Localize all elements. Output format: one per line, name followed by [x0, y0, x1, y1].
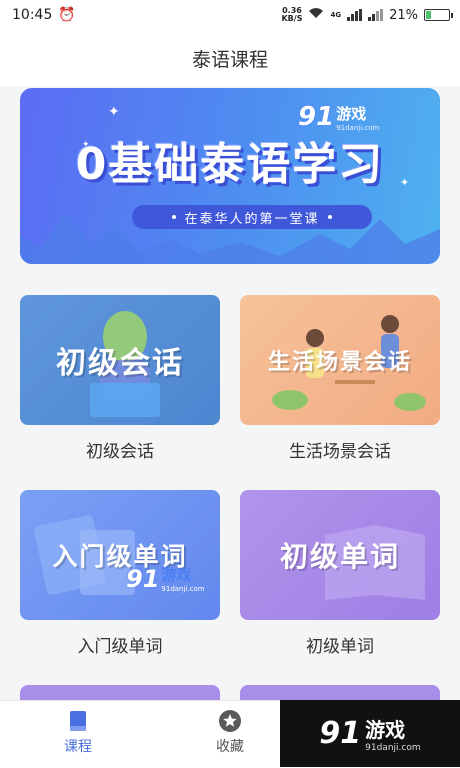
- course-card-beginner-vocabulary[interactable]: 初级单词: [240, 490, 440, 620]
- banner-title: 0基础泰语学习: [75, 139, 385, 190]
- course-label[interactable]: 初级单词: [240, 632, 440, 657]
- watermark-logo: 91 游戏 91danji.com: [298, 102, 380, 132]
- page-title: 泰语课程: [191, 48, 268, 71]
- page-header: 泰语课程: [0, 30, 460, 86]
- star-icon: [219, 710, 241, 732]
- battery-icon: [424, 9, 453, 21]
- signal-icon: [347, 9, 363, 21]
- book-icon: [70, 711, 86, 731]
- watermark-logo: 91 游戏 91danji.com: [126, 564, 205, 594]
- network-type: 4G: [330, 11, 342, 19]
- nav-tab-courses[interactable]: 课程: [38, 709, 118, 756]
- course-card-beginner-conversation[interactable]: 初级会话: [20, 295, 220, 425]
- nav-tab-favorites[interactable]: 收藏: [190, 709, 270, 756]
- watermark-overlay: 91 游戏 91danji.com: [280, 700, 460, 767]
- course-label[interactable]: 生活场景会话: [240, 437, 440, 462]
- sparkle-icon: ✦: [108, 104, 120, 120]
- course-card-life-scenario[interactable]: 生活场景会话: [240, 295, 440, 425]
- nav-label: 课程: [64, 739, 92, 755]
- alarm-icon: ⏰: [58, 7, 76, 23]
- hero-banner[interactable]: ✦ ✦ ✦ 0基础泰语学习 在泰华人的第一堂课 91 游戏 91danji.co…: [20, 88, 440, 264]
- battery-percent: 21%: [389, 7, 418, 23]
- status-time: 10:45: [12, 7, 53, 23]
- course-card-starter-vocabulary[interactable]: 入门级单词 91 游戏 91danji.com: [20, 490, 220, 620]
- net-speed: 0.36 KB/S: [281, 6, 303, 23]
- nav-label: 收藏: [216, 739, 244, 755]
- status-bar: 10:45 ⏰ 0.36 KB/S 4G 21%: [0, 0, 460, 30]
- banner-subtitle: 在泰华人的第一堂课: [132, 205, 372, 229]
- signal-icon-2: [368, 9, 384, 21]
- course-label[interactable]: 入门级单词: [20, 632, 220, 657]
- course-card-text: 生活场景会话: [267, 350, 412, 375]
- course-card-text: 初级会话: [56, 346, 184, 381]
- wifi-icon: [308, 7, 324, 23]
- course-label[interactable]: 初级会话: [20, 437, 220, 462]
- course-card-text: 初级单词: [279, 540, 400, 573]
